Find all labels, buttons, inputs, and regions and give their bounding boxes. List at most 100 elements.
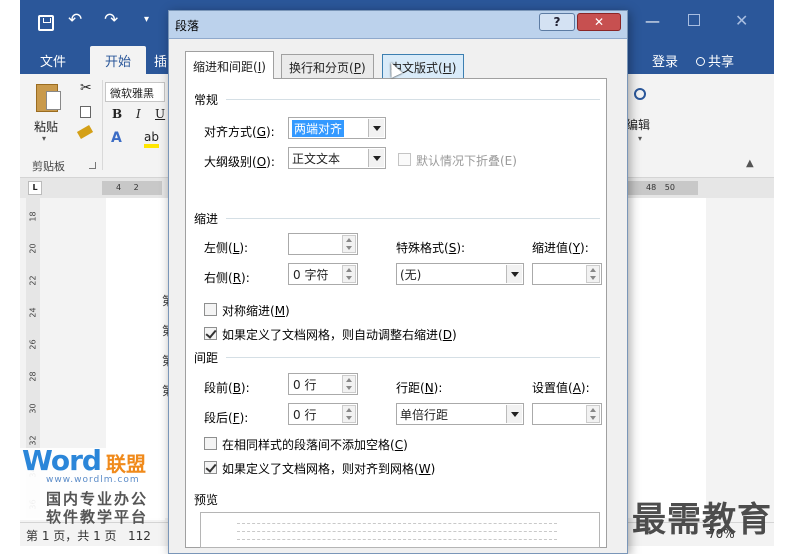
help-button[interactable]: ? [539, 13, 575, 31]
label-text: 右侧( [204, 271, 233, 285]
snap-to-grid-label: 如果定义了文档网格，则对齐到网格(W) [222, 460, 435, 477]
spinner-icon[interactable] [342, 405, 356, 423]
label-text: 左侧( [204, 241, 233, 255]
indents-and-spacing-panel: 常规 对齐方式(G): 两端对齐 大纲级别(O): 正文文本 默认情况下折叠(E… [185, 78, 607, 548]
collapse-ribbon-icon[interactable]: ▲ [746, 158, 754, 169]
tab-label: 换行和分页( [289, 61, 354, 75]
accesskey: N [424, 381, 434, 395]
collapse-by-default-label: 默认情况下折叠(E) [416, 154, 517, 168]
outline-level-select[interactable]: 正文文本 [288, 147, 386, 169]
spinner-icon[interactable] [342, 235, 356, 253]
label-text: 大纲级别( [204, 155, 257, 169]
auto-adjust-indent-checkbox[interactable] [204, 327, 217, 340]
paste-icon[interactable] [36, 84, 61, 112]
maximize-icon[interactable] [688, 14, 700, 26]
accesskey: O [256, 155, 267, 169]
tab-selector[interactable]: L [28, 181, 42, 195]
editing-dropdown-icon[interactable]: ▾ [638, 134, 642, 143]
dialog-title-bar[interactable]: 段落 ? ✕ [169, 11, 627, 39]
close-window-icon[interactable]: ✕ [735, 11, 748, 30]
accesskey: R [232, 271, 242, 285]
font-name-input[interactable]: 微软雅黑 [105, 82, 165, 102]
paragraph-preview [200, 512, 600, 548]
paragraph-dialog: 段落 ? ✕ 缩进和间距(I) 换行和分页(P) 中文版式(H) 常规 对齐方式… [168, 10, 628, 554]
accesskey: G [256, 125, 266, 139]
label-text: 对齐方式( [204, 125, 257, 139]
section-divider [226, 99, 600, 100]
accesskey: W [418, 462, 431, 476]
spacing-at-input[interactable] [532, 403, 602, 425]
tab-line-and-page-breaks[interactable]: 换行和分页(P) [281, 54, 374, 78]
paste-label[interactable]: 粘贴 [34, 118, 58, 135]
space-before-value: 0 行 [293, 378, 317, 392]
label-end: ): [266, 155, 275, 169]
line-spacing-value: 单倍行距 [400, 408, 449, 422]
tab-insert[interactable]: 插 [154, 51, 167, 70]
redo-icon[interactable]: ↷ [104, 10, 118, 30]
italic-button[interactable]: I [136, 107, 141, 121]
watermark-url: www.wordlm.com [46, 475, 140, 485]
indent-by-label: 缩进值(Y): [532, 239, 589, 256]
left-indent-input[interactable] [288, 233, 358, 255]
paste-dropdown-icon[interactable]: ▾ [42, 134, 46, 143]
label-end: ): [239, 241, 249, 255]
copy-icon[interactable] [80, 106, 91, 118]
no-space-same-style-checkbox[interactable] [204, 437, 217, 450]
label-text: 段后( [204, 411, 233, 425]
tab-home[interactable]: 开始 [90, 46, 146, 74]
snap-to-grid-checkbox[interactable] [204, 461, 217, 474]
find-icon[interactable] [634, 88, 646, 100]
underline-button[interactable]: U [155, 107, 165, 121]
spinner-icon[interactable] [342, 265, 356, 283]
accesskey: B [232, 381, 241, 395]
indent-section-title: 缩进 [194, 212, 219, 226]
person-icon [696, 57, 705, 66]
alignment-value: 两端对齐 [292, 120, 345, 137]
tab-label-end: ) [360, 61, 366, 75]
tab-label: 缩进和间距( [193, 60, 258, 74]
vruler-tick: 18 [28, 211, 38, 222]
login-link[interactable]: 登录 [652, 51, 678, 70]
spinner-icon[interactable] [586, 405, 600, 423]
chevron-down-icon[interactable] [506, 265, 522, 283]
page-count[interactable]: 第 1 页，共 1 页 112 [26, 527, 151, 544]
highlight-icon[interactable]: ab [144, 130, 159, 148]
chevron-down-icon[interactable] [368, 119, 384, 137]
cut-icon[interactable]: ✂ [80, 80, 92, 96]
save-icon[interactable] [38, 15, 54, 31]
text-effects-icon[interactable]: A [111, 130, 122, 146]
share-button[interactable]: 共享 [696, 51, 734, 70]
accesskey: M [274, 304, 286, 318]
tab-indents-and-spacing[interactable]: 缩进和间距(I) [185, 51, 274, 79]
spacing-at-label: 设置值(A): [532, 379, 590, 396]
spinner-icon[interactable] [586, 265, 600, 283]
minimize-icon[interactable]: — [645, 12, 660, 30]
collapse-by-default-checkbox[interactable] [398, 153, 411, 166]
chevron-down-icon[interactable] [506, 405, 522, 423]
spinner-icon[interactable] [342, 375, 356, 393]
dialog-title: 段落 [175, 19, 200, 33]
page-count-label: 第 1 页，共 1 页 [26, 529, 117, 543]
mirror-indents-checkbox[interactable] [204, 303, 217, 316]
editing-label[interactable]: 编辑 [626, 116, 650, 133]
space-before-input[interactable]: 0 行 [288, 373, 358, 395]
chevron-down-icon[interactable] [368, 149, 384, 167]
alignment-select[interactable]: 两端对齐 [288, 117, 386, 139]
indent-by-input[interactable] [532, 263, 602, 285]
right-indent-input[interactable]: 0 字符 [288, 263, 358, 285]
share-label: 共享 [708, 55, 735, 70]
space-after-input[interactable]: 0 行 [288, 403, 358, 425]
format-painter-icon[interactable] [76, 125, 94, 139]
vruler-tick: 20 [28, 243, 38, 254]
line-spacing-select[interactable]: 单倍行距 [396, 403, 524, 425]
outline-level-value: 正文文本 [292, 152, 341, 166]
special-indent-select[interactable]: (无) [396, 263, 524, 285]
right-indent-value: 0 字符 [293, 268, 329, 282]
tab-file[interactable]: 文件 [40, 51, 66, 70]
bold-button[interactable]: B [112, 107, 122, 121]
clipboard-launcher-icon[interactable] [89, 162, 96, 169]
watermark-brand: 最需教育 [632, 500, 772, 540]
close-dialog-button[interactable]: ✕ [577, 13, 621, 31]
customize-toolbar-icon[interactable]: ▾ [144, 14, 149, 25]
undo-icon[interactable]: ↶ [68, 10, 82, 30]
